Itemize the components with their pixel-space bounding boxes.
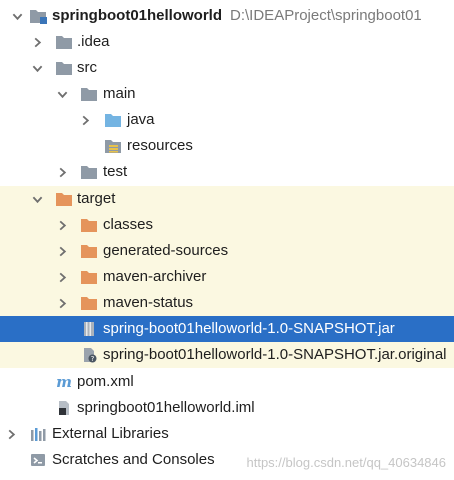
tree-item-generated-sources[interactable]: generated-sources — [0, 238, 454, 264]
chevron-down-icon[interactable] — [10, 9, 24, 23]
chevron-right-icon[interactable] — [55, 270, 69, 284]
tree-item-label: maven-status — [103, 294, 194, 311]
tree-item-label: main — [103, 85, 136, 102]
chevron-right-icon[interactable] — [30, 35, 44, 49]
chevron-right-icon[interactable] — [4, 427, 18, 441]
unknown-file-icon: ? — [80, 347, 98, 363]
tree-item-root[interactable]: springboot01helloworld D:\IDEAProject\spr… — [0, 3, 454, 29]
tree-item-jar[interactable]: spring-boot01helloworld-1.0-SNAPSHOT.jar — [0, 316, 454, 342]
iml-file-icon — [55, 400, 73, 416]
tree-item-label: java — [127, 111, 155, 128]
tree-item-label: resources — [127, 137, 193, 154]
tree-item-label: src — [77, 59, 97, 76]
tree-item-label: test — [103, 163, 128, 180]
watermark: https://blog.csdn.net/qq_40634846 — [246, 455, 447, 470]
maven-icon: m — [55, 374, 73, 390]
tree-item-label: spring-boot01helloworld-1.0-SNAPSHOT.jar… — [103, 346, 447, 363]
chevron-right-icon[interactable] — [55, 165, 69, 179]
chevron-down-icon[interactable] — [30, 192, 44, 206]
chevron-right-icon[interactable] — [78, 113, 92, 127]
tree-item-src[interactable]: src — [0, 55, 454, 81]
libraries-icon — [29, 426, 47, 442]
tree-item-jar-original[interactable]: ? spring-boot01helloworld-1.0-SNAPSHOT.j… — [0, 342, 454, 368]
tree-item-main[interactable]: main — [0, 81, 454, 107]
tree-item-label: pom.xml — [77, 373, 134, 390]
tree-item-maven-archiver[interactable]: maven-archiver — [0, 264, 454, 290]
tree-item-target[interactable]: target — [0, 186, 454, 212]
tree-item-label: .idea — [77, 33, 110, 50]
excluded-folder-icon — [80, 269, 98, 285]
tree-item-label: springboot01helloworld — [52, 7, 223, 24]
scratches-icon — [29, 452, 47, 468]
tree-item-idea[interactable]: .idea — [0, 29, 454, 55]
tree-item-external-libraries[interactable]: External Libraries — [0, 421, 454, 447]
tree-item-test[interactable]: test — [0, 159, 454, 185]
tree-item-java[interactable]: java — [0, 107, 454, 133]
tree-item-maven-status[interactable]: maven-status — [0, 290, 454, 316]
svg-text:?: ? — [91, 355, 95, 363]
source-folder-icon — [104, 112, 122, 128]
chevron-down-icon[interactable] — [55, 87, 69, 101]
project-tree: springboot01helloworld D:\IDEAProject\spr… — [0, 0, 454, 480]
excluded-folder-icon — [80, 243, 98, 259]
excluded-folder-icon — [80, 217, 98, 233]
tree-item-pom[interactable]: m pom.xml — [0, 369, 454, 395]
module-folder-icon — [29, 8, 47, 24]
tree-item-label: target — [77, 190, 116, 207]
chevron-down-icon[interactable] — [30, 61, 44, 75]
tree-item-label: classes — [103, 216, 154, 233]
jar-file-icon — [80, 321, 98, 337]
folder-icon — [80, 164, 98, 180]
resources-folder-icon — [104, 138, 122, 154]
folder-icon — [80, 86, 98, 102]
tree-item-label: External Libraries — [52, 425, 169, 442]
tree-item-iml[interactable]: springboot01helloworld.iml — [0, 395, 454, 421]
excluded-folder-icon — [55, 191, 73, 207]
project-path: D:\IDEAProject\springboot01 — [230, 7, 422, 24]
tree-item-label: maven-archiver — [103, 268, 207, 285]
tree-item-resources[interactable]: resources — [0, 133, 454, 159]
chevron-right-icon[interactable] — [55, 218, 69, 232]
chevron-right-icon[interactable] — [55, 296, 69, 310]
tree-item-label: spring-boot01helloworld-1.0-SNAPSHOT.jar — [103, 320, 395, 337]
folder-icon — [55, 60, 73, 76]
svg-text:m: m — [56, 374, 72, 390]
excluded-folder-icon — [80, 295, 98, 311]
tree-item-label: springboot01helloworld.iml — [77, 399, 255, 416]
tree-item-label: generated-sources — [103, 242, 229, 259]
folder-icon — [55, 34, 73, 50]
tree-item-classes[interactable]: classes — [0, 212, 454, 238]
chevron-right-icon[interactable] — [55, 244, 69, 258]
tree-item-label: Scratches and Consoles — [52, 451, 215, 468]
